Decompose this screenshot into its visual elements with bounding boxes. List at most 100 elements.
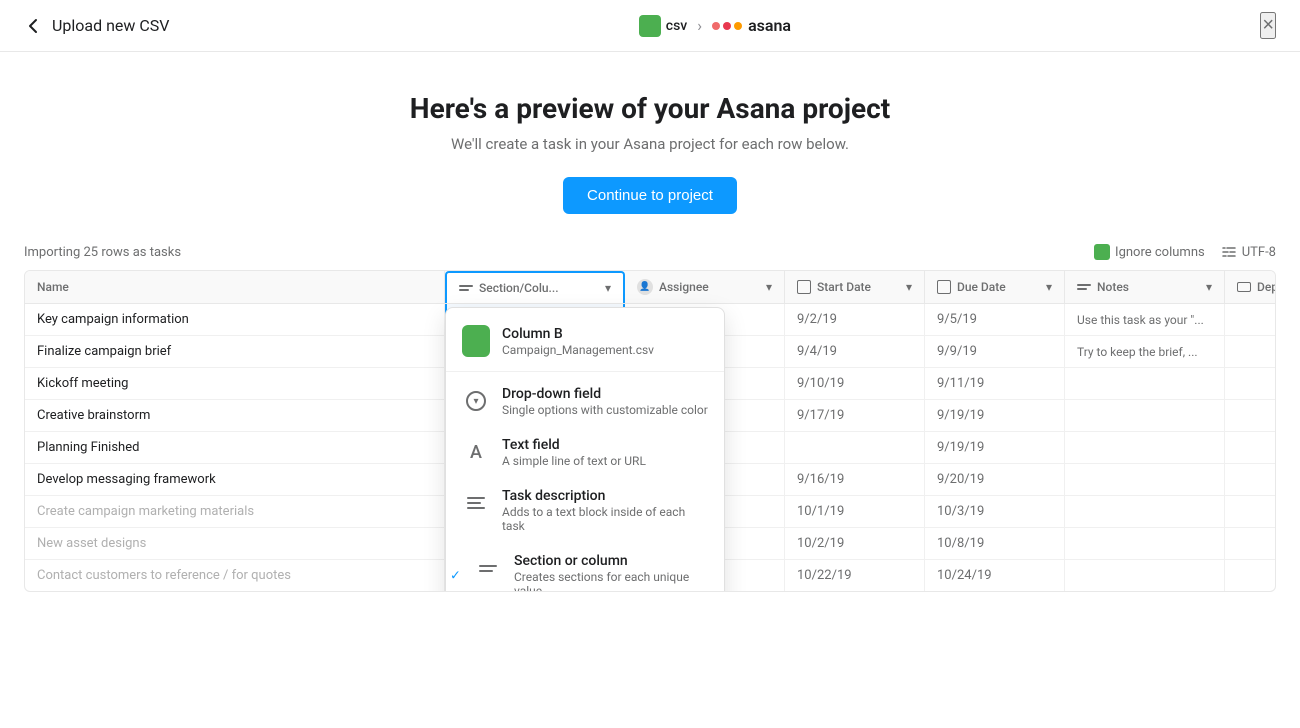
td-name-8: Contact customers to reference / for quo… [25, 560, 445, 591]
dot-1 [712, 22, 720, 30]
text-field-icon: A [462, 438, 490, 466]
th-assignee[interactable]: 👤 Assignee ▾ [625, 271, 785, 303]
th-name-label: Name [37, 280, 69, 294]
task-description-text: Task description Adds to a text block in… [502, 488, 708, 533]
td-startdate-7: 10/2/19 [785, 528, 925, 559]
dropdown-item-text-field[interactable]: A Text field A simple line of text or UR… [446, 427, 724, 478]
startdate-icon [797, 280, 811, 294]
td-dependents-7 [1225, 528, 1276, 559]
td-dependents-0 [1225, 304, 1276, 335]
dropdown-item-dropdown-field[interactable]: Drop-down field Single options with cust… [446, 376, 724, 427]
td-name-4: Planning Finished [25, 432, 445, 463]
td-duedate-5: 9/20/19 [925, 464, 1065, 495]
encoding-icon [1221, 244, 1237, 260]
td-name-7: New asset designs [25, 528, 445, 559]
csv-badge: csv [639, 15, 687, 37]
ignore-columns-icon [1094, 244, 1110, 260]
td-notes-2 [1065, 368, 1225, 399]
td-duedate-4: 9/19/19 [925, 432, 1065, 463]
td-duedate-8: 10/24/19 [925, 560, 1065, 591]
td-name-0: Key campaign information [25, 304, 445, 335]
task-description-icon [462, 489, 490, 517]
assignee-icon: 👤 [637, 279, 653, 295]
encoding-label: UTF-8 [1242, 245, 1276, 260]
icon-grid [1099, 246, 1106, 259]
section-column-title: Section or column [514, 553, 708, 569]
brand-center: csv › asana [639, 15, 791, 37]
table-header: Name Section/Colu... ▾ 👤 Assignee ▾ Star… [25, 271, 1275, 304]
dropdown-item-section-or-column[interactable]: ✓ Section or column Creates sections for… [446, 543, 724, 592]
hero-subtitle: We'll create a task in your Asana projec… [24, 135, 1276, 153]
td-dependents-6 [1225, 496, 1276, 527]
dropdown-item-task-description[interactable]: Task description Adds to a text block in… [446, 478, 724, 543]
section-col-icon [459, 285, 473, 291]
table-area: Importing 25 rows as tasks Ignore column… [0, 244, 1300, 592]
notes-chevron-icon: ▾ [1206, 280, 1212, 294]
csv-icon [639, 15, 661, 37]
startdate-chevron-icon: ▾ [906, 280, 912, 294]
td-notes-1: Try to keep the brief, ... [1065, 336, 1225, 367]
td-startdate-1: 9/4/19 [785, 336, 925, 367]
top-bar: Upload new CSV csv › asana × [0, 0, 1300, 52]
td-duedate-7: 10/8/19 [925, 528, 1065, 559]
td-name-6: Create campaign marketing materials [25, 496, 445, 527]
section-column-icon [474, 554, 502, 582]
upload-label: Upload new CSV [52, 16, 169, 35]
dropdown-item-column-b[interactable]: Column B Campaign_Management.csv [446, 316, 724, 367]
th-dependents-label: Dependents [1257, 280, 1276, 294]
ignore-columns-label: Ignore columns [1115, 245, 1205, 260]
ignore-columns-button[interactable]: Ignore columns [1094, 244, 1205, 260]
td-notes-8 [1065, 560, 1225, 591]
close-button[interactable]: × [1260, 12, 1276, 39]
csv-label: csv [666, 18, 687, 34]
th-assignee-label: Assignee [659, 280, 709, 294]
td-startdate-8: 10/22/19 [785, 560, 925, 591]
th-startdate-label: Start Date [817, 280, 871, 294]
back-button[interactable]: Upload new CSV [24, 16, 169, 36]
text-field-desc: A simple line of text or URL [502, 454, 708, 468]
th-notes[interactable]: Notes ▾ [1065, 271, 1225, 303]
td-dependents-2 [1225, 368, 1276, 399]
td-dependents-3 [1225, 400, 1276, 431]
column-b-text: Column B Campaign_Management.csv [502, 326, 708, 357]
td-startdate-0: 9/2/19 [785, 304, 925, 335]
td-duedate-0: 9/5/19 [925, 304, 1065, 335]
td-notes-3 [1065, 400, 1225, 431]
td-startdate-4 [785, 432, 925, 463]
import-info: Importing 25 rows as tasks [24, 245, 181, 260]
th-section[interactable]: Section/Colu... ▾ [445, 271, 625, 303]
encoding-button[interactable]: UTF-8 [1221, 244, 1276, 260]
td-notes-5 [1065, 464, 1225, 495]
back-arrow-icon [24, 16, 44, 36]
th-dependents[interactable]: Dependents ▾ [1225, 271, 1276, 303]
td-notes-4 [1065, 432, 1225, 463]
check-mark-icon: ✓ [450, 568, 461, 583]
td-dependents-5 [1225, 464, 1276, 495]
table-meta-right: Ignore columns UTF-8 [1094, 244, 1276, 260]
table-meta: Importing 25 rows as tasks Ignore column… [24, 244, 1276, 260]
hero-title: Here's a preview of your Asana project [24, 92, 1276, 125]
dot-2 [723, 22, 731, 30]
dropdown-field-text: Drop-down field Single options with cust… [502, 386, 708, 417]
td-notes-6 [1065, 496, 1225, 527]
th-duedate[interactable]: Due Date ▾ [925, 271, 1065, 303]
dropdown-divider-1 [446, 371, 724, 372]
td-startdate-3: 9/17/19 [785, 400, 925, 431]
arrow-icon: › [697, 16, 702, 35]
td-name-1: Finalize campaign brief [25, 336, 445, 367]
column-b-desc: Campaign_Management.csv [502, 343, 708, 357]
td-dependents-1 [1225, 336, 1276, 367]
notes-icon [1077, 284, 1091, 290]
td-name-3: Creative brainstorm [25, 400, 445, 431]
continue-button[interactable]: Continue to project [563, 177, 737, 214]
asana-logo: asana [712, 16, 791, 35]
section-chevron-icon: ▾ [605, 281, 611, 295]
th-startdate[interactable]: Start Date ▾ [785, 271, 925, 303]
asana-label: asana [748, 16, 791, 35]
section-column-desc: Creates sections for each unique value [514, 570, 708, 592]
th-section-label: Section/Colu... [479, 281, 559, 295]
td-duedate-3: 9/19/19 [925, 400, 1065, 431]
td-dependents-8 [1225, 560, 1276, 591]
column-type-dropdown: Column B Campaign_Management.csv Drop-do… [445, 307, 725, 592]
dropdown-field-icon [462, 387, 490, 415]
